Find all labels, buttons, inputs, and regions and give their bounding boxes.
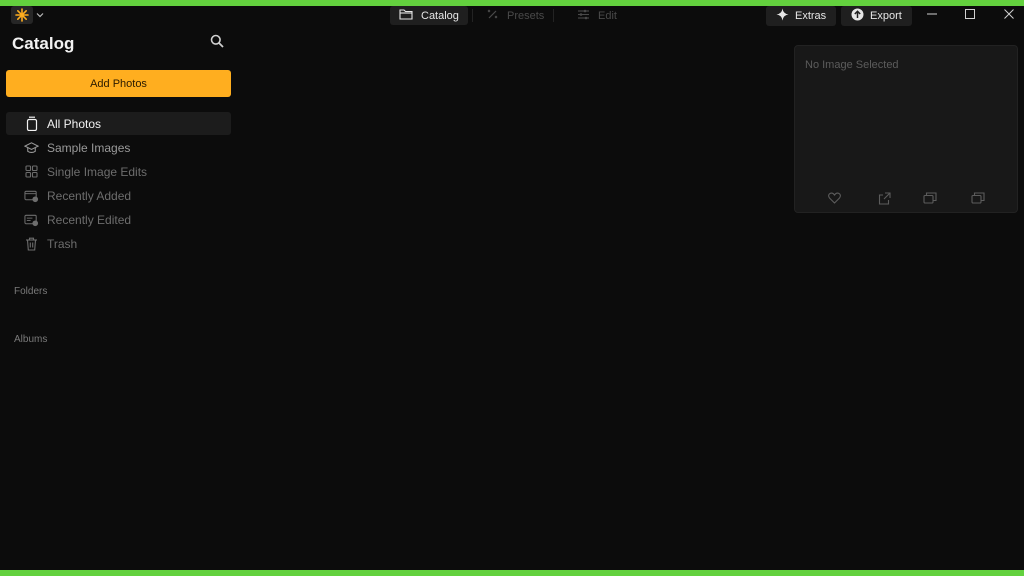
- sidebar-item-label: Recently Edited: [47, 212, 132, 227]
- search-button[interactable]: [210, 34, 226, 50]
- sidebar-item-single-image-edits[interactable]: Single Image Edits: [6, 160, 231, 183]
- sidebar-item-all-photos[interactable]: All Photos: [6, 112, 231, 135]
- sidebar-item-label: Trash: [47, 236, 78, 251]
- sidebar-item-trash[interactable]: Trash: [6, 232, 231, 255]
- folders-section-header[interactable]: Folders: [14, 286, 47, 297]
- share-icon[interactable]: [877, 191, 891, 205]
- magic-wand-icon: [486, 8, 499, 24]
- export-label: Export: [870, 10, 902, 22]
- heart-icon[interactable]: [827, 191, 841, 205]
- recently-edited-icon: [24, 212, 39, 227]
- folder-icon: [399, 8, 413, 23]
- maximize-icon: [965, 6, 975, 24]
- sidebar-item-recently-added[interactable]: Recently Added: [6, 184, 231, 207]
- sparkle-icon: [776, 8, 789, 24]
- add-photos-button[interactable]: Add Photos: [6, 70, 231, 97]
- tab-catalog[interactable]: Catalog: [390, 6, 468, 25]
- upload-circle-icon: [851, 8, 864, 24]
- albums-section-header[interactable]: Albums: [14, 334, 47, 345]
- tab-catalog-label: Catalog: [421, 9, 459, 22]
- photo-stack-icon: [24, 116, 39, 131]
- sidebar-item-label: Recently Added: [47, 188, 132, 203]
- close-icon: [1004, 6, 1014, 24]
- copy-icon[interactable]: [923, 191, 937, 205]
- title-bar: Catalog Presets Edit Extras Export: [0, 6, 1024, 26]
- tab-presets[interactable]: Presets: [477, 6, 553, 25]
- close-button[interactable]: [989, 6, 1024, 24]
- sidebar-item-label: Single Image Edits: [47, 164, 148, 179]
- chevron-down-icon: [36, 12, 44, 18]
- search-icon: [210, 34, 224, 52]
- recently-added-icon: [24, 188, 39, 203]
- minimize-icon: [927, 6, 937, 24]
- sidebar-item-label: All Photos: [47, 116, 102, 131]
- sliders-icon: [577, 9, 590, 23]
- tab-divider: [553, 9, 554, 22]
- tab-divider: [472, 9, 473, 22]
- sidebar-item-recently-edited[interactable]: Recently Edited: [6, 208, 231, 231]
- grid-icon: [24, 164, 39, 179]
- maximize-button[interactable]: [950, 6, 990, 24]
- tab-edit[interactable]: Edit: [568, 6, 626, 25]
- minimize-button[interactable]: [912, 6, 952, 24]
- tab-edit-label: Edit: [598, 9, 617, 22]
- app-menu-button[interactable]: [11, 6, 47, 24]
- duplicate-icon[interactable]: [971, 191, 985, 205]
- export-button[interactable]: Export: [841, 6, 912, 26]
- no-image-selected-text: No Image Selected: [805, 59, 899, 71]
- tab-presets-label: Presets: [507, 9, 545, 22]
- app-logo-icon: [11, 6, 33, 24]
- app-window: Catalog Presets Edit Extras Export Catal…: [0, 6, 1024, 570]
- image-info-panel: No Image Selected: [794, 45, 1018, 213]
- sidebar-item-sample-images[interactable]: Sample Images: [6, 136, 231, 159]
- trash-icon: [24, 236, 39, 251]
- graduation-cap-icon: [24, 140, 39, 155]
- extras-label: Extras: [795, 10, 827, 22]
- sidebar-item-label: Sample Images: [47, 140, 131, 155]
- extras-button[interactable]: Extras: [766, 6, 837, 26]
- sidebar-title: Catalog: [12, 34, 75, 53]
